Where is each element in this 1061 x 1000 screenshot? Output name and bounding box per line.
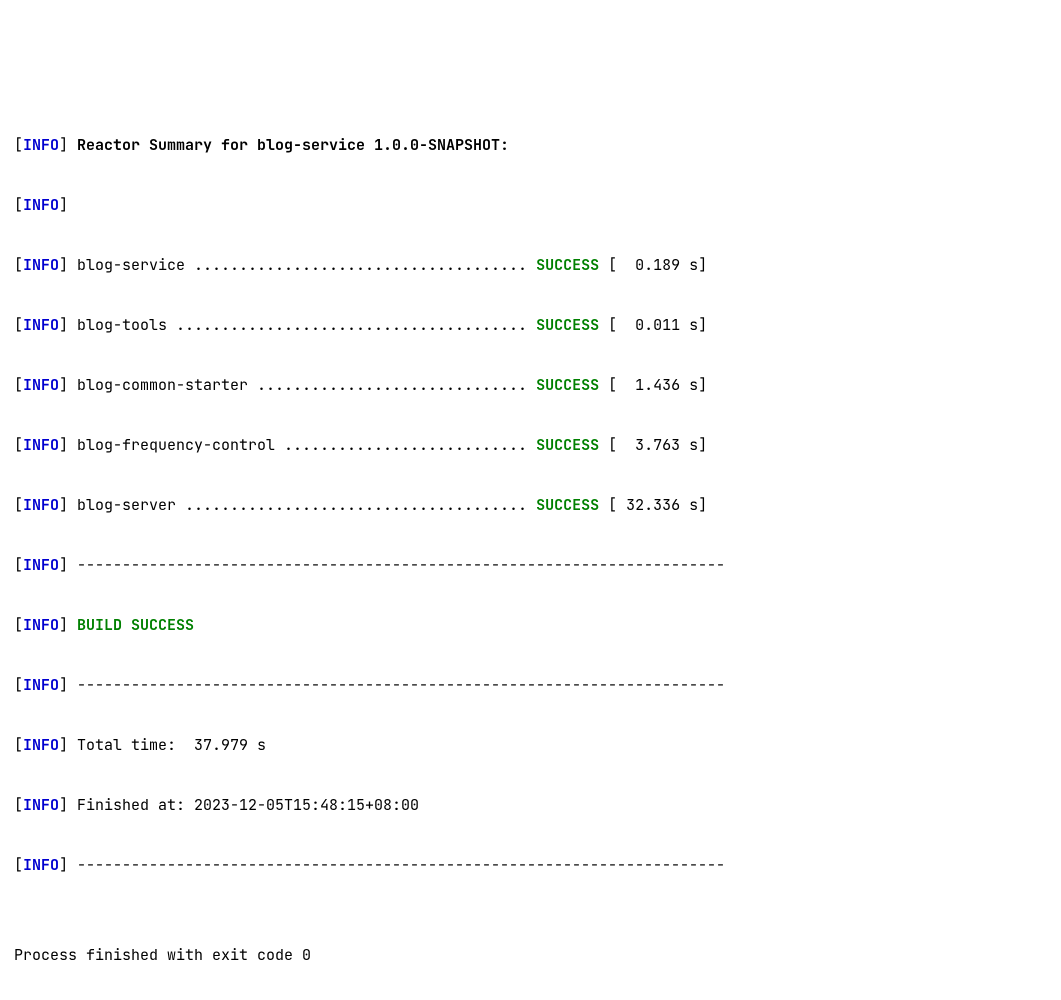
log-line-module: [INFO] blog-frequency-control ..........… [14,430,1047,460]
info-tag: INFO [23,675,59,695]
separator-text: ----------------------------------------… [68,855,725,875]
module-status: SUCCESS [536,435,599,455]
info-tag: INFO [23,855,59,875]
bracket-close: ] [59,855,68,875]
log-line-total-time: [INFO] Total time: 37.979 s [14,730,1047,760]
module-name: blog-tools .............................… [68,315,536,335]
log-line-build-status: [INFO] BUILD SUCCESS [14,610,1047,640]
bracket-close: ] [59,255,68,275]
module-time: [ 3.763 s] [599,435,707,455]
log-line-header: [INFO] Reactor Summary for blog-service … [14,130,1047,160]
bracket-close: ] [59,555,68,575]
module-time: [ 1.436 s] [599,375,707,395]
log-line-module: [INFO] blog-server .....................… [14,490,1047,520]
bracket-open: [ [14,195,23,215]
bracket-close: ] [59,675,68,695]
bracket-open: [ [14,255,23,275]
bracket-open: [ [14,555,23,575]
module-name: blog-service ...........................… [68,255,536,275]
total-time-text: Total time: 37.979 s [68,735,266,755]
info-tag: INFO [23,735,59,755]
bracket-open: [ [14,495,23,515]
bracket-open: [ [14,735,23,755]
info-tag: INFO [23,375,59,395]
info-tag: INFO [23,795,59,815]
bracket-open: [ [14,855,23,875]
bracket-open: [ [14,375,23,395]
bracket-close: ] [59,195,68,215]
bracket-close: ] [59,735,68,755]
build-success-text: BUILD SUCCESS [68,615,194,635]
module-time: [ 0.189 s] [599,255,707,275]
reactor-summary-text: Reactor Summary for blog-service 1.0.0-S… [68,135,509,155]
bracket-open: [ [14,675,23,695]
bracket-open: [ [14,435,23,455]
bracket-open: [ [14,615,23,635]
log-line-empty: [INFO] [14,190,1047,220]
module-name: blog-server ............................… [68,495,536,515]
log-line-separator: [INFO] ---------------------------------… [14,670,1047,700]
bracket-close: ] [59,435,68,455]
info-tag: INFO [23,255,59,275]
bracket-open: [ [14,135,23,155]
process-exit-line: Process finished with exit code 0 [14,940,1047,970]
log-line-module: [INFO] blog-common-starter .............… [14,370,1047,400]
separator-text: ----------------------------------------… [68,555,725,575]
log-line-separator: [INFO] ---------------------------------… [14,550,1047,580]
bracket-open: [ [14,795,23,815]
module-name: blog-common-starter ....................… [68,375,536,395]
module-time: [ 32.336 s] [599,495,707,515]
info-tag: INFO [23,495,59,515]
info-tag: INFO [23,315,59,335]
info-tag: INFO [23,615,59,635]
module-time: [ 0.011 s] [599,315,707,335]
info-tag: INFO [23,435,59,455]
info-tag: INFO [23,135,59,155]
bracket-close: ] [59,795,68,815]
log-line-separator: [INFO] ---------------------------------… [14,850,1047,880]
separator-text: ----------------------------------------… [68,675,725,695]
log-line-module: [INFO] blog-tools ......................… [14,310,1047,340]
bracket-close: ] [59,315,68,335]
info-tag: INFO [23,555,59,575]
bracket-close: ] [59,135,68,155]
bracket-close: ] [59,615,68,635]
module-status: SUCCESS [536,495,599,515]
bracket-close: ] [59,375,68,395]
log-line-module: [INFO] blog-service ....................… [14,250,1047,280]
finished-at-text: Finished at: 2023-12-05T15:48:15+08:00 [68,795,419,815]
log-line-finished-at: [INFO] Finished at: 2023-12-05T15:48:15+… [14,790,1047,820]
bracket-open: [ [14,315,23,335]
module-name: blog-frequency-control .................… [68,435,536,455]
module-status: SUCCESS [536,315,599,335]
module-status: SUCCESS [536,255,599,275]
bracket-close: ] [59,495,68,515]
info-tag: INFO [23,195,59,215]
module-status: SUCCESS [536,375,599,395]
